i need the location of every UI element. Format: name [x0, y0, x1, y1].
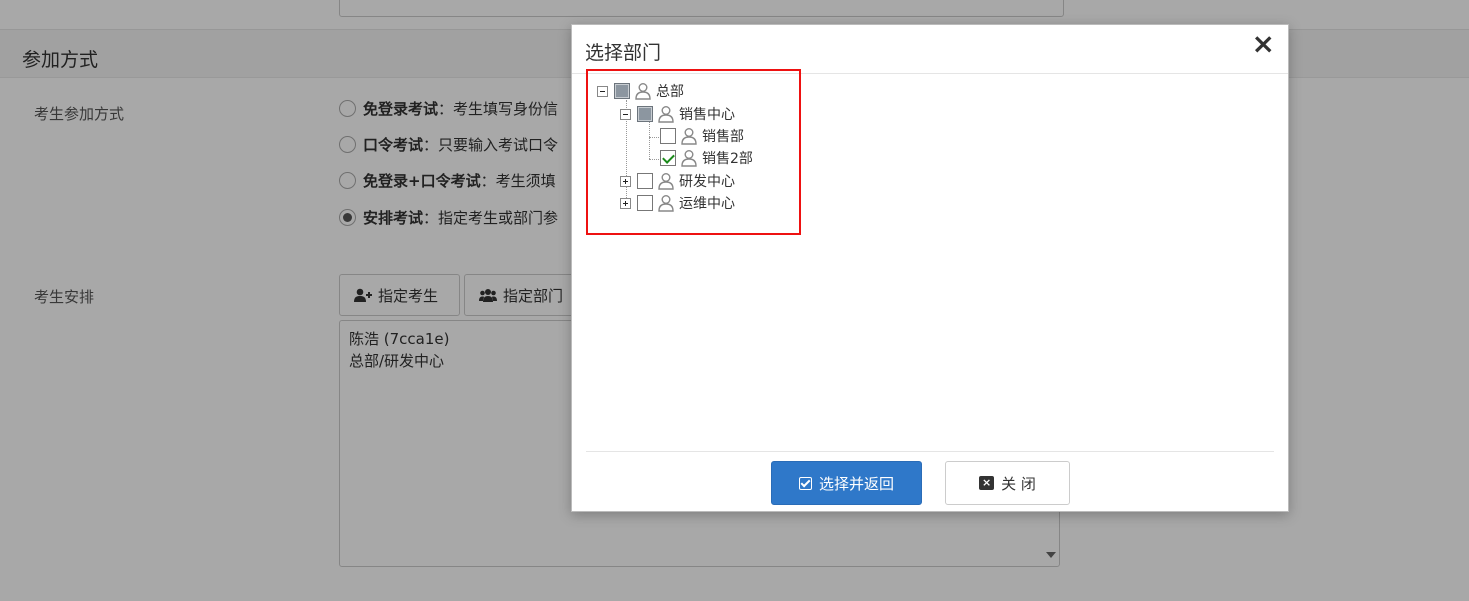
- tree-node-label: 总部: [656, 84, 684, 100]
- close-button-label: 关 闭: [1001, 474, 1036, 493]
- tree-checkbox[interactable]: [614, 83, 630, 99]
- tree-checkbox[interactable]: [637, 173, 653, 189]
- select-and-return-label: 选择并返回: [818, 474, 894, 493]
- expand-icon[interactable]: [620, 197, 631, 209]
- close-square-icon: ×: [979, 476, 995, 490]
- tree-node-label: 运维中心: [679, 196, 735, 212]
- dialog-title: 选择部门: [585, 42, 662, 64]
- tree-checkbox[interactable]: [637, 195, 653, 211]
- person-icon: [658, 195, 674, 212]
- tree-checkbox-checked[interactable]: [660, 150, 676, 166]
- tree-guide-line: [649, 137, 659, 138]
- select-and-return-button[interactable]: 选择并返回: [771, 461, 922, 505]
- tree-node-ops-center[interactable]: 运维中心: [620, 193, 735, 213]
- tree-node-label: 销售部: [702, 129, 744, 145]
- expand-icon[interactable]: [620, 175, 631, 187]
- tree-node-label: 研发中心: [679, 174, 735, 190]
- collapse-icon[interactable]: [620, 108, 631, 120]
- footer-divider: [586, 451, 1274, 452]
- person-icon: [658, 173, 674, 190]
- tree-guide-line: [649, 122, 650, 159]
- person-icon: [681, 128, 697, 145]
- tree-node-label: 销售中心: [679, 107, 735, 123]
- person-icon: [658, 106, 674, 123]
- tree-node-sales-dept[interactable]: 销售部: [660, 126, 744, 146]
- tree-node-rd-center[interactable]: 研发中心: [620, 171, 735, 191]
- person-icon: [681, 150, 697, 167]
- close-icon[interactable]: ×: [1252, 29, 1275, 59]
- person-icon: [635, 83, 651, 100]
- tree-node-label: 销售2部: [702, 151, 753, 167]
- tree-node-headquarters[interactable]: 总部: [597, 81, 684, 101]
- tree-checkbox[interactable]: [660, 128, 676, 144]
- close-button[interactable]: × 关 闭: [945, 461, 1070, 505]
- collapse-icon[interactable]: [597, 85, 608, 97]
- tree-checkbox[interactable]: [637, 106, 653, 122]
- select-department-dialog: 选择部门 × 总部 销售中心 销售部 销售2部 研发中心 运维中心 选择并返回 …: [571, 24, 1289, 512]
- tree-node-sales-dept-2[interactable]: 销售2部: [660, 148, 753, 168]
- tree-guide-line: [649, 159, 659, 160]
- tree-node-sales-center[interactable]: 销售中心: [620, 104, 735, 124]
- check-square-icon: [798, 476, 812, 490]
